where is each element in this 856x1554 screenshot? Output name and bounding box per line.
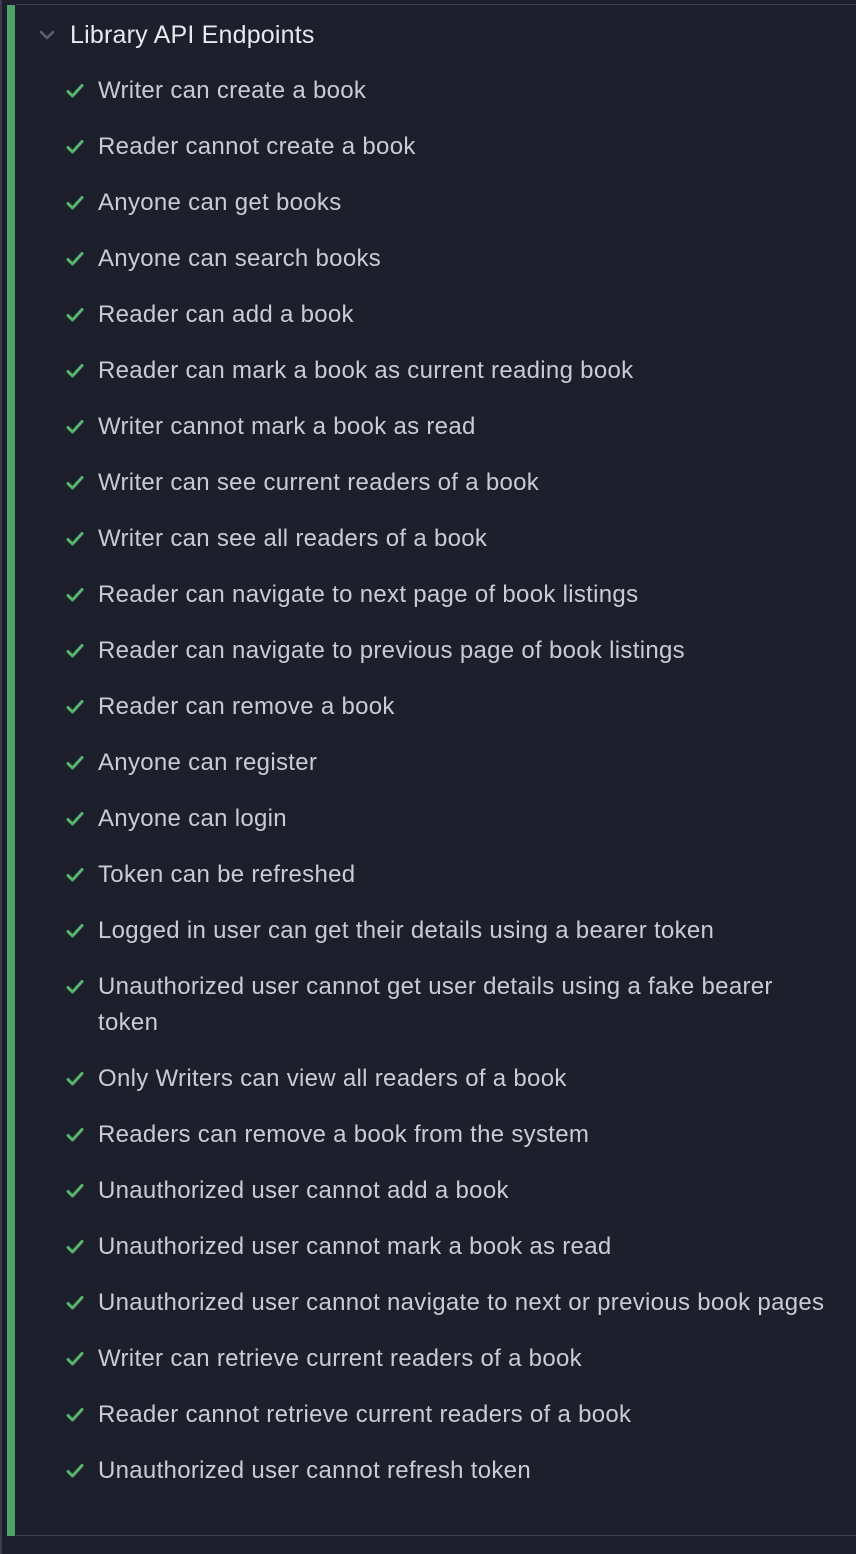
test-item[interactable]: Unauthorized user cannot mark a book as …: [0, 1220, 856, 1276]
test-item[interactable]: Only Writers can view all readers of a b…: [0, 1052, 856, 1108]
test-results-panel: Library API Endpoints Writer can create …: [0, 0, 856, 1554]
test-label: Writer can create a book: [98, 77, 367, 104]
test-item[interactable]: Logged in user can get their details usi…: [0, 904, 856, 960]
test-label: Token can be refreshed: [98, 861, 356, 888]
test-label: Unauthorized user cannot add a book: [98, 1177, 509, 1204]
check-icon: [64, 577, 86, 613]
test-label: Unauthorized user cannot mark a book as …: [98, 1233, 612, 1260]
test-label: Logged in user can get their details usi…: [98, 917, 715, 944]
test-label: Reader can navigate to previous page of …: [98, 637, 685, 664]
test-label: Unauthorized user cannot refresh token: [98, 1457, 531, 1484]
test-label: Readers can remove a book from the syste…: [98, 1121, 590, 1148]
check-icon: [64, 801, 86, 837]
test-item[interactable]: Writer can see current readers of a book: [0, 456, 856, 512]
test-item[interactable]: Reader can navigate to next page of book…: [0, 568, 856, 624]
check-icon: [64, 241, 86, 277]
test-label: Anyone can search books: [98, 245, 382, 272]
check-icon: [64, 1397, 86, 1433]
test-label: Writer cannot mark a book as read: [98, 413, 476, 440]
test-item[interactable]: Reader cannot create a book: [0, 120, 856, 176]
test-item[interactable]: Reader can add a book: [0, 288, 856, 344]
test-item[interactable]: Readers can remove a book from the syste…: [0, 1108, 856, 1164]
test-item[interactable]: Anyone can search books: [0, 232, 856, 288]
test-label: Reader can mark a book as current readin…: [98, 357, 634, 384]
test-label: Writer can see current readers of a book: [98, 469, 540, 496]
check-icon: [64, 857, 86, 893]
test-item[interactable]: Anyone can register: [0, 736, 856, 792]
top-divider: [16, 4, 856, 5]
test-label: Reader can add a book: [98, 301, 354, 328]
test-item[interactable]: Unauthorized user cannot navigate to nex…: [0, 1276, 856, 1332]
test-item[interactable]: Unauthorized user cannot get user detail…: [0, 960, 856, 1052]
check-icon: [64, 1229, 86, 1265]
check-icon: [64, 745, 86, 781]
test-label: Anyone can get books: [98, 189, 342, 216]
check-icon: [64, 1453, 86, 1489]
check-icon: [64, 1061, 86, 1097]
test-label: Only Writers can view all readers of a b…: [98, 1065, 567, 1092]
suite-header[interactable]: Library API Endpoints: [30, 14, 315, 56]
test-label: Writer can retrieve current readers of a…: [98, 1345, 582, 1372]
test-item[interactable]: Token can be refreshed: [0, 848, 856, 904]
test-label: Unauthorized user cannot get user detail…: [98, 973, 773, 1036]
test-label: Reader cannot retrieve current readers o…: [98, 1401, 632, 1428]
test-item[interactable]: Writer can see all readers of a book: [0, 512, 856, 568]
test-item[interactable]: Anyone can get books: [0, 176, 856, 232]
test-item[interactable]: Writer cannot mark a book as read: [0, 400, 856, 456]
check-icon: [64, 297, 86, 333]
check-icon: [64, 689, 86, 725]
test-label: Reader cannot create a book: [98, 133, 416, 160]
check-icon: [64, 913, 86, 949]
test-item[interactable]: Reader can remove a book: [0, 680, 856, 736]
bottom-divider: [16, 1535, 856, 1536]
check-icon: [64, 465, 86, 501]
test-label: Reader can remove a book: [98, 693, 395, 720]
test-label: Unauthorized user cannot navigate to nex…: [98, 1289, 825, 1316]
test-item[interactable]: Unauthorized user cannot refresh token: [0, 1444, 856, 1500]
check-icon: [64, 1285, 86, 1321]
test-item[interactable]: Reader cannot retrieve current readers o…: [0, 1388, 856, 1444]
check-icon: [64, 1173, 86, 1209]
check-icon: [64, 409, 86, 445]
check-icon: [64, 1341, 86, 1377]
chevron-down-icon[interactable]: [32, 14, 62, 56]
test-item[interactable]: Reader can navigate to previous page of …: [0, 624, 856, 680]
check-icon: [64, 353, 86, 389]
check-icon: [64, 969, 86, 1005]
check-icon: [64, 1117, 86, 1153]
test-label: Writer can see all readers of a book: [98, 525, 488, 552]
test-list: Writer can create a book Reader cannot cr…: [0, 64, 856, 1500]
check-icon: [64, 521, 86, 557]
test-item[interactable]: Reader can mark a book as current readin…: [0, 344, 856, 400]
check-icon: [64, 73, 86, 109]
test-item[interactable]: Writer can retrieve current readers of a…: [0, 1332, 856, 1388]
test-label: Anyone can login: [98, 805, 287, 832]
test-item[interactable]: Anyone can login: [0, 792, 856, 848]
check-icon: [64, 129, 86, 165]
suite-title: Library API Endpoints: [70, 21, 315, 49]
test-item[interactable]: Writer can create a book: [0, 64, 856, 120]
check-icon: [64, 185, 86, 221]
test-label: Anyone can register: [98, 749, 318, 776]
test-item[interactable]: Unauthorized user cannot add a book: [0, 1164, 856, 1220]
check-icon: [64, 633, 86, 669]
test-label: Reader can navigate to next page of book…: [98, 581, 639, 608]
